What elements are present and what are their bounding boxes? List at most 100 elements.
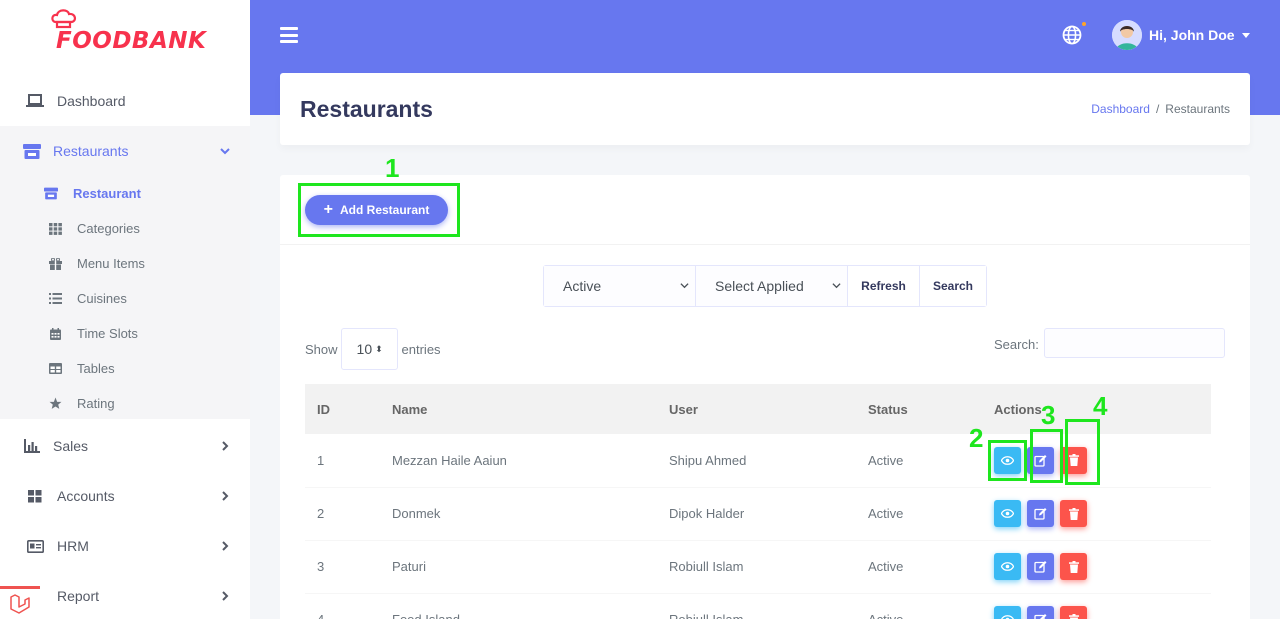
delete-button[interactable] bbox=[1060, 606, 1087, 619]
foodbank-logo[interactable]: FOODBANK bbox=[50, 8, 206, 58]
laptop-icon bbox=[25, 91, 45, 111]
annotation-label-4: 4 bbox=[1093, 391, 1108, 421]
cell-actions bbox=[994, 540, 1211, 594]
breadcrumb-current: Restaurants bbox=[1165, 102, 1230, 116]
sidebar-item-label: Accounts bbox=[57, 488, 115, 504]
status-select[interactable]: Active bbox=[544, 266, 696, 306]
applied-select-value: Select Applied bbox=[715, 278, 804, 294]
store-icon bbox=[22, 141, 42, 161]
th-icon bbox=[48, 222, 62, 236]
sidebar-subitem-categories[interactable]: Categories bbox=[0, 211, 250, 246]
chef-hat-icon bbox=[51, 9, 76, 29]
column-header-id[interactable]: ID bbox=[305, 384, 392, 434]
filter-group: Active Select Applied Refresh Search bbox=[543, 265, 987, 307]
cell-name: Mezzan Haile Aaiun bbox=[392, 434, 669, 488]
breadcrumb: Dashboard / Restaurants bbox=[1091, 102, 1230, 116]
cell-user: Dipok Halder bbox=[669, 487, 868, 541]
eye-icon bbox=[1001, 509, 1014, 518]
sidebar-subitem-rating[interactable]: Rating bbox=[0, 386, 250, 421]
sidebar-subitem-label: Categories bbox=[77, 221, 140, 236]
user-name: Hi, John Doe bbox=[1149, 27, 1235, 43]
annotation-label-3: 3 bbox=[1041, 400, 1056, 430]
table-icon bbox=[48, 362, 62, 376]
cell-id: 4 bbox=[305, 593, 392, 619]
view-button[interactable] bbox=[994, 606, 1021, 619]
laravel-debugbar-icon[interactable] bbox=[0, 586, 40, 619]
entries-control: Show 10 ⬍ entries bbox=[305, 328, 441, 370]
cell-status: Active bbox=[868, 593, 994, 619]
edit-button[interactable] bbox=[1027, 500, 1054, 527]
sidebar-subitem-label: Rating bbox=[77, 396, 115, 411]
grid-icon bbox=[25, 486, 45, 506]
cell-id: 2 bbox=[305, 487, 392, 541]
sidebar-subitem-tables[interactable]: Tables bbox=[0, 351, 250, 386]
chevron-right-icon bbox=[222, 491, 229, 501]
sidebar-subitem-label: Cuisines bbox=[77, 291, 127, 306]
search-label: Search: bbox=[994, 337, 1039, 352]
edit-button[interactable] bbox=[1027, 606, 1054, 619]
cell-id: 3 bbox=[305, 540, 392, 594]
column-header-user[interactable]: User bbox=[669, 384, 868, 434]
chart-bar-icon bbox=[22, 436, 42, 456]
entries-select[interactable]: 10 ⬍ bbox=[340, 328, 398, 370]
notification-dot bbox=[1082, 22, 1086, 26]
sidebar-item-label: Restaurants bbox=[53, 143, 129, 159]
annotation-box-4 bbox=[1065, 419, 1100, 485]
view-button[interactable] bbox=[994, 500, 1021, 527]
cell-status: Active bbox=[868, 540, 994, 594]
show-label: Show bbox=[305, 341, 338, 357]
chevron-right-icon bbox=[222, 541, 229, 551]
sidebar-subitem-label: Restaurant bbox=[73, 186, 141, 201]
entries-select-value: 10 bbox=[356, 341, 373, 357]
sidebar-item-label: Report bbox=[57, 588, 100, 604]
annotation-box-1 bbox=[298, 183, 460, 237]
chevron-right-icon bbox=[222, 591, 229, 601]
delete-button[interactable] bbox=[1060, 553, 1087, 580]
chevron-down-icon bbox=[220, 148, 230, 155]
store-icon bbox=[44, 187, 58, 201]
sidebar-item-restaurants[interactable]: Restaurants bbox=[0, 126, 250, 176]
edit-button[interactable] bbox=[1027, 553, 1054, 580]
trash-icon bbox=[1068, 560, 1079, 573]
column-header-name[interactable]: Name bbox=[392, 384, 669, 434]
chevron-right-icon bbox=[222, 441, 229, 451]
globe-icon[interactable] bbox=[1062, 25, 1082, 45]
breadcrumb-separator: / bbox=[1155, 102, 1160, 116]
search-button[interactable]: Search bbox=[920, 266, 986, 306]
sidebar-subitem-restaurant[interactable]: Restaurant bbox=[0, 176, 250, 211]
sidebar-subitem-time-slots[interactable]: Time Slots bbox=[0, 316, 250, 351]
sidebar-item-dashboard[interactable]: Dashboard bbox=[0, 76, 250, 126]
delete-button[interactable] bbox=[1060, 500, 1087, 527]
trash-icon bbox=[1068, 507, 1079, 520]
eye-icon bbox=[1001, 615, 1014, 619]
entries-label: entries bbox=[401, 341, 441, 357]
view-button[interactable] bbox=[994, 553, 1021, 580]
status-select-value: Active bbox=[563, 278, 602, 294]
sidebar-subitem-menu-items[interactable]: Menu Items bbox=[0, 246, 250, 281]
table-row: 4 Food Island Robiull Islam Active bbox=[305, 593, 1211, 619]
cell-user: Robiull Islam bbox=[669, 540, 868, 594]
breadcrumb-dashboard-link[interactable]: Dashboard bbox=[1091, 102, 1150, 116]
cell-name: Paturi bbox=[392, 540, 669, 594]
gift-icon bbox=[48, 257, 62, 271]
refresh-button[interactable]: Refresh bbox=[848, 266, 920, 306]
chevron-down-icon bbox=[832, 283, 841, 289]
sidebar-item-hrm[interactable]: HRM bbox=[0, 521, 250, 571]
search-input[interactable] bbox=[1044, 328, 1225, 358]
cell-user: Shipu Ahmed bbox=[669, 434, 868, 488]
restaurants-submenu: Restaurant Categories Menu Items Cuisine… bbox=[0, 176, 250, 419]
sidebar-item-accounts[interactable]: Accounts bbox=[0, 471, 250, 521]
star-icon bbox=[48, 397, 62, 411]
table-row: 2 Donmek Dipok Halder Active bbox=[305, 487, 1211, 541]
applied-select[interactable]: Select Applied bbox=[696, 266, 848, 306]
user-menu[interactable]: Hi, John Doe bbox=[1112, 20, 1250, 50]
annotation-label-2: 2 bbox=[969, 423, 984, 453]
sidebar-subitem-cuisines[interactable]: Cuisines bbox=[0, 281, 250, 316]
chevron-down-icon bbox=[680, 283, 689, 289]
eye-icon bbox=[1001, 562, 1014, 571]
sidebar-item-sales[interactable]: Sales bbox=[0, 421, 250, 471]
hamburger-menu-icon[interactable] bbox=[280, 27, 298, 43]
cell-id: 1 bbox=[305, 434, 392, 488]
caret-down-icon bbox=[1241, 32, 1250, 38]
annotation-box-2 bbox=[988, 440, 1027, 481]
